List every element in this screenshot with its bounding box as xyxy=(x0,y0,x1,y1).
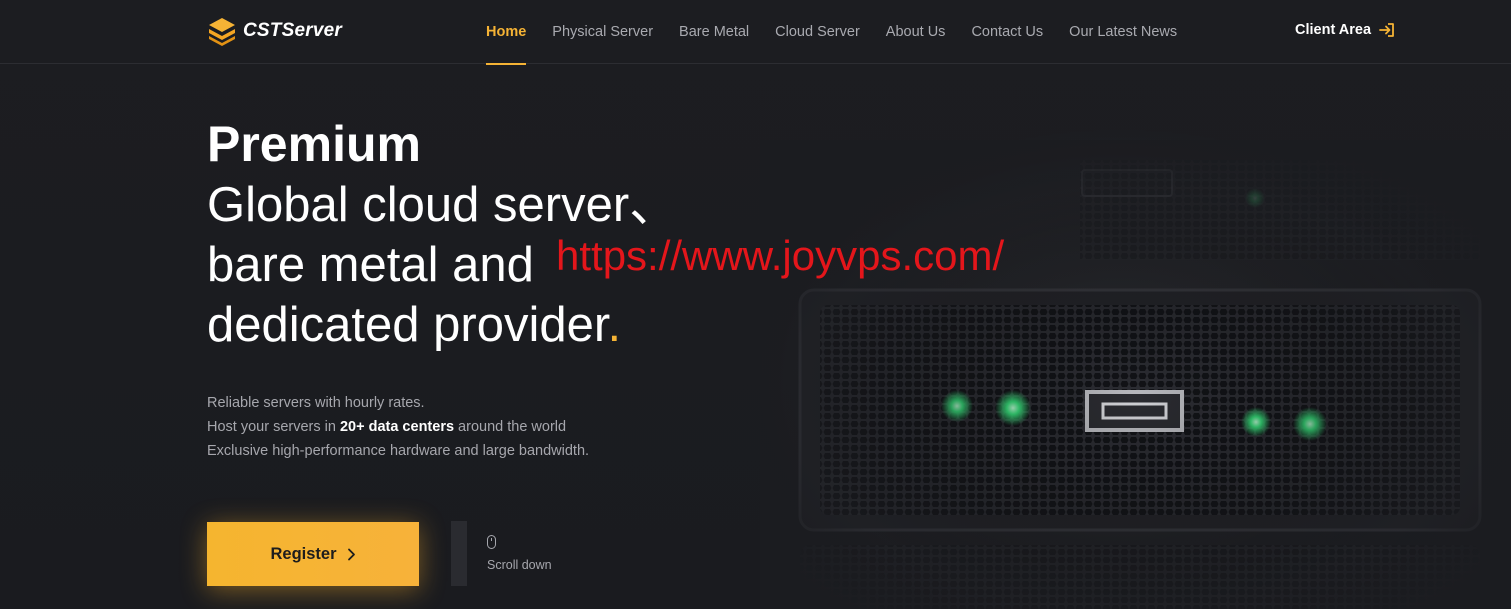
desc-line-2: Host your servers in 20+ data centers ar… xyxy=(207,415,589,439)
desc-line-3: Exclusive high-performance hardware and … xyxy=(207,443,590,459)
register-button[interactable]: Register xyxy=(207,522,419,586)
desc-line-2-bold: 20+ data centers xyxy=(339,419,455,435)
nav-item-about-us[interactable]: About Us xyxy=(886,0,946,64)
nav-item-physical-server[interactable]: Physical Server xyxy=(552,0,653,64)
client-area-link[interactable]: Client Area xyxy=(1295,22,1395,38)
nav-item-cloud-server[interactable]: Cloud Server xyxy=(775,0,860,64)
nav-item-latest-news[interactable]: Our Latest News xyxy=(1069,0,1177,64)
hero-title-line-3: bare metal and xyxy=(207,238,534,292)
site-header: CSTServer Home Physical Server Bare Meta… xyxy=(0,0,1511,65)
register-label: Register xyxy=(270,544,337,563)
desc-line-2-pre: Host your servers in xyxy=(207,419,340,435)
scroll-down-link[interactable]: Scroll down xyxy=(487,535,552,572)
hero-title-line-4: dedicated provider. xyxy=(207,295,621,355)
hero-title-premium: Premium xyxy=(207,116,421,172)
desc-line-1: Reliable servers with hourly rates. xyxy=(207,395,425,411)
sign-in-icon xyxy=(1379,23,1394,37)
hero-description: Reliable servers with hourly rates. Host… xyxy=(207,391,589,463)
scroll-indicator-bar xyxy=(451,521,467,586)
logo[interactable]: CSTServer xyxy=(207,16,342,46)
desc-line-2-post: around the world xyxy=(454,419,567,435)
hero-title-line-4-text: dedicated provider xyxy=(207,298,608,352)
mouse-icon xyxy=(487,535,496,549)
hero-title-dot: . xyxy=(607,298,622,352)
scroll-down-label: Scroll down xyxy=(487,558,552,572)
nav-item-contact-us[interactable]: Contact Us xyxy=(971,0,1043,64)
hero-title-line-2: Global cloud server、 xyxy=(207,178,679,232)
brand-name: CSTServer xyxy=(243,20,342,41)
nav-item-bare-metal[interactable]: Bare Metal xyxy=(679,0,749,64)
watermark-url: https://www.joyvps.com/ xyxy=(556,232,1005,279)
page: CSTServer Home Physical Server Bare Meta… xyxy=(0,0,1511,609)
client-area-label: Client Area xyxy=(1295,22,1372,38)
chevron-right-icon xyxy=(347,548,355,560)
nav-item-home[interactable]: Home xyxy=(486,0,527,65)
logo-icon xyxy=(209,18,235,46)
main-nav: Home Physical Server Bare Metal Cloud Se… xyxy=(486,0,1203,65)
server-hardware-image xyxy=(760,140,1511,609)
